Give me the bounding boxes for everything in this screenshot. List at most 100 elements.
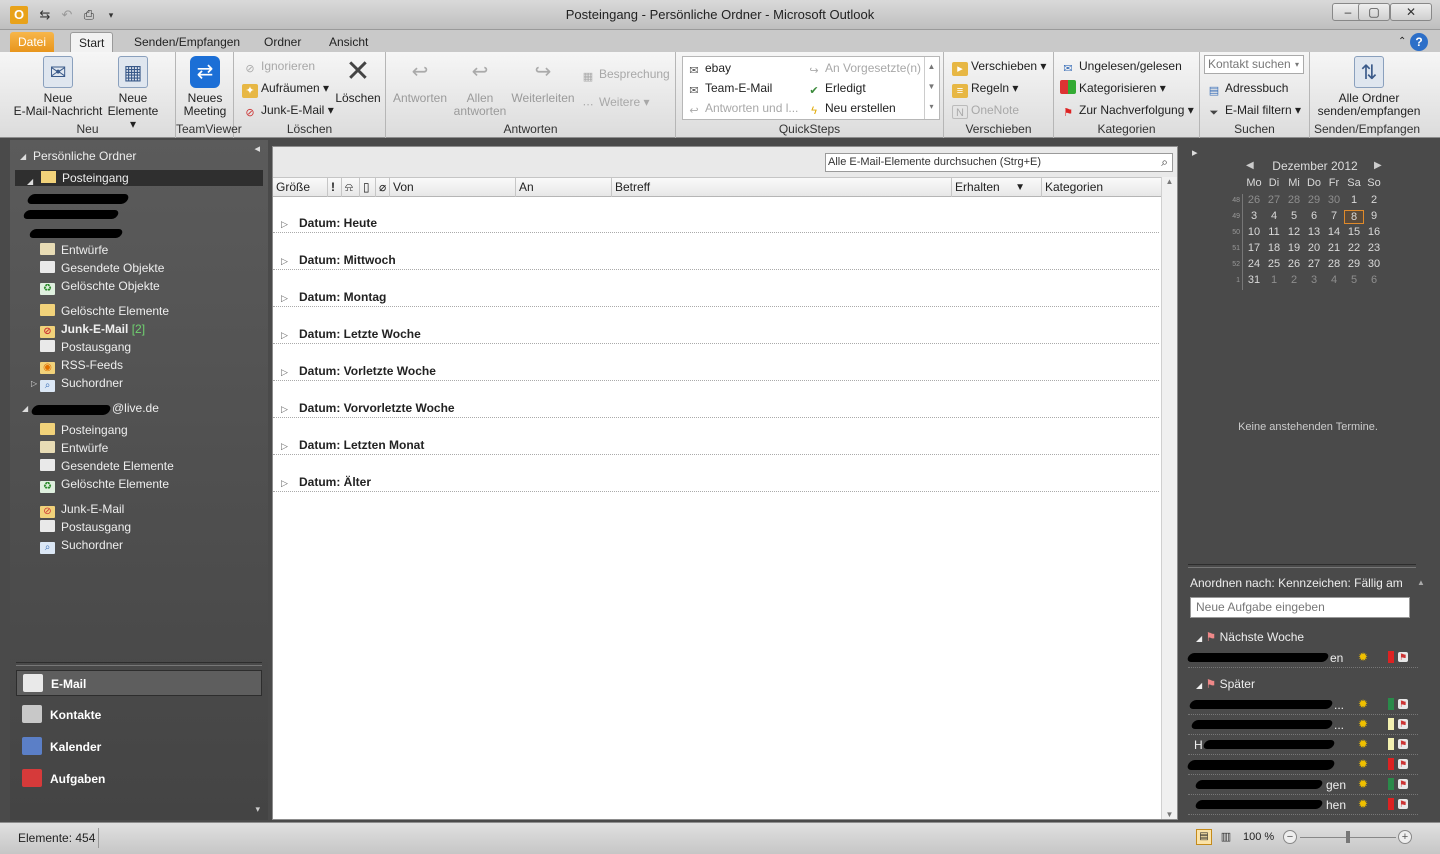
group-row[interactable]: ▷ Datum: Letzten Monat [273, 435, 1159, 455]
group-row[interactable]: ▷ Datum: Vorvorletzte Woche [273, 398, 1159, 418]
quicksteps-scroll[interactable]: ▲ ▼ ▾ [924, 57, 938, 119]
arrange-by[interactable]: Anordnen nach: Kennzeichen: Fällig am [1190, 576, 1403, 590]
tab-senden-empfangen[interactable]: Senden/Empfangen [126, 32, 248, 52]
new-email-button[interactable]: ✉ Neue E-Mail-Nachricht [12, 56, 104, 118]
zoom-out-icon[interactable]: − [1283, 830, 1297, 844]
nav-module-calendar[interactable]: Kalender [16, 734, 262, 760]
search-input[interactable]: Alle E-Mail-Elemente durchsuchen (Strg+E… [825, 153, 1173, 172]
folder-deleted-2[interactable]: ♻ Gelöschte Elemente [40, 476, 169, 493]
calendar-day[interactable]: 30 [1324, 194, 1344, 206]
filter-email-button[interactable]: ⏷ E-Mail filtern ▾ [1206, 101, 1301, 119]
calendar-day[interactable]: 5 [1284, 210, 1304, 222]
qs-team-email[interactable]: ✉ Team-E-Mail [686, 79, 772, 97]
col-size[interactable]: Größe [273, 178, 327, 197]
calendar-day[interactable]: 11 [1264, 226, 1284, 238]
nav-module-tasks[interactable]: Aufgaben [16, 766, 262, 792]
flag-icon[interactable]: ⚑ [1398, 739, 1408, 749]
folder-search[interactable]: ⌕ Suchordner [40, 375, 123, 392]
task-item[interactable]: gen ✹ ⚑ [1188, 775, 1418, 795]
folder-rss[interactable]: ◉ RSS-Feeds [40, 357, 123, 374]
calendar-day[interactable]: 29 [1344, 258, 1364, 270]
unread-read-button[interactable]: ✉ Ungelesen/gelesen [1060, 57, 1181, 75]
calendar-day[interactable]: 27 [1264, 194, 1284, 206]
reply-all-button[interactable]: ↩ Allen antworten [450, 56, 510, 118]
contact-search-input[interactable]: Kontakt suchen ▾ [1204, 55, 1304, 74]
calendar-day[interactable]: 23 [1364, 242, 1384, 254]
folder-drafts-2[interactable]: Entwürfe [40, 440, 108, 456]
calendar-day[interactable]: 7 [1324, 210, 1344, 222]
zoom-in-icon[interactable]: + [1398, 830, 1412, 844]
col-to[interactable]: An [515, 178, 611, 197]
search-icon[interactable]: ⌕ [1161, 154, 1168, 171]
folder-search-2[interactable]: ⌕ Suchordner [40, 537, 123, 554]
group-row[interactable]: ▷ Datum: Mittwoch [273, 250, 1159, 270]
folder-inbox-2[interactable]: Posteingang [40, 422, 128, 438]
nav-module-email[interactable]: E-Mail [16, 670, 262, 696]
col-received[interactable]: Erhalten ▼ [951, 178, 1041, 197]
new-items-button[interactable]: ▦ Neue Elemente ▾ [104, 56, 162, 131]
prev-month-icon[interactable]: ◀ [1246, 160, 1254, 171]
move-button[interactable]: ▸ Verschieben ▾ [952, 57, 1046, 76]
cleanup-button[interactable]: ✦ Aufräumen ▾ [242, 79, 329, 98]
group-row[interactable]: ▷ Datum: Heute [273, 213, 1159, 233]
flag-icon[interactable]: ⚑ [1398, 652, 1408, 662]
junk-button[interactable]: ⊘ Junk-E-Mail ▾ [242, 101, 333, 119]
categorize-button[interactable]: Kategorisieren ▾ [1060, 79, 1166, 97]
calendar-day[interactable]: 2 [1284, 274, 1304, 286]
calendar-day[interactable]: 21 [1324, 242, 1344, 254]
calendar-day[interactable]: 8 [1344, 210, 1364, 224]
follow-up-button[interactable]: ⚑ Zur Nachverfolgung ▾ [1060, 101, 1194, 119]
calendar-day[interactable]: 9 [1364, 210, 1384, 222]
calendar-day[interactable]: 12 [1284, 226, 1304, 238]
todo-splitter[interactable] [1188, 564, 1416, 568]
expand-triangle-icon[interactable]: ◢ [22, 404, 28, 413]
vertical-scrollbar[interactable]: ▲ ▼ [1161, 177, 1177, 819]
group-row[interactable]: ▷ Datum: Älter [273, 472, 1159, 492]
folder-sent-2[interactable]: Gesendete Elemente [40, 458, 174, 474]
calendar-day[interactable]: 16 [1364, 226, 1384, 238]
calendar-day[interactable]: 30 [1364, 258, 1384, 270]
address-book-button[interactable]: ▤ Adressbuch [1206, 79, 1289, 97]
scroll-up-icon[interactable]: ▲ [1162, 177, 1177, 186]
rules-button[interactable]: ≡ Regeln ▾ [952, 79, 1018, 98]
delete-button[interactable]: ✕ Löschen [334, 56, 382, 105]
configure-buttons-icon[interactable]: ▾ [255, 804, 260, 815]
col-subject[interactable]: Betreff [611, 178, 951, 197]
task-item[interactable]: ... ✹ ⚑ [1188, 715, 1418, 735]
tab-ordner[interactable]: Ordner [256, 32, 309, 52]
normal-view-icon[interactable]: ▤ [1196, 829, 1212, 845]
ignore-button[interactable]: ⊘ Ignorieren [242, 57, 315, 75]
calendar-day[interactable]: 4 [1324, 274, 1344, 286]
calendar-day[interactable]: 26 [1244, 194, 1264, 206]
folder-outbox-2[interactable]: Postausgang [40, 519, 131, 535]
group-row[interactable]: ▷ Datum: Vorletzte Woche [273, 361, 1159, 381]
calendar-day[interactable]: 24 [1244, 258, 1264, 270]
qs-reply-delete[interactable]: ↩ Antworten und l... [686, 99, 798, 117]
new-meeting-button[interactable]: ⇄ Neues Meeting [180, 56, 230, 118]
attachment-icon[interactable]: ⌀ [375, 178, 389, 197]
close-button[interactable]: ✕ [1390, 3, 1432, 21]
calendar-day[interactable]: 28 [1284, 194, 1304, 206]
group-row[interactable]: ▷ Datum: Montag [273, 287, 1159, 307]
col-importance[interactable]: ! [327, 178, 341, 197]
reading-view-icon[interactable]: ▥ [1218, 829, 1234, 845]
calendar-day[interactable]: 14 [1324, 226, 1344, 238]
collapse-nav-icon[interactable]: ◂ [254, 142, 260, 155]
calendar-day[interactable]: 10 [1244, 226, 1264, 238]
tree-root-live-account[interactable]: @live.de [112, 400, 159, 416]
qs-to-manager[interactable]: ↪ An Vorgesetzte(n) [806, 59, 921, 77]
calendar-day[interactable]: 28 [1324, 258, 1344, 270]
maximize-button[interactable]: ▢ [1358, 3, 1390, 21]
col-from[interactable]: Von [389, 178, 515, 197]
task-item[interactable]: H ✹ ⚑ [1188, 735, 1418, 755]
calendar-day[interactable]: 17 [1244, 242, 1264, 254]
folder-drafts[interactable]: Entwürfe [40, 242, 108, 258]
calendar-day[interactable]: 6 [1364, 274, 1384, 286]
nav-module-contacts[interactable]: Kontakte [16, 702, 262, 728]
more-reply-button[interactable]: ⋯ Weitere ▾ [580, 93, 650, 111]
calendar-day[interactable]: 15 [1344, 226, 1364, 238]
help-icon[interactable]: ? [1410, 33, 1428, 51]
folder-inbox[interactable]: ◢ Posteingang [15, 170, 263, 186]
calendar-day[interactable]: 22 [1344, 242, 1364, 254]
calendar-day[interactable]: 1 [1264, 274, 1284, 286]
